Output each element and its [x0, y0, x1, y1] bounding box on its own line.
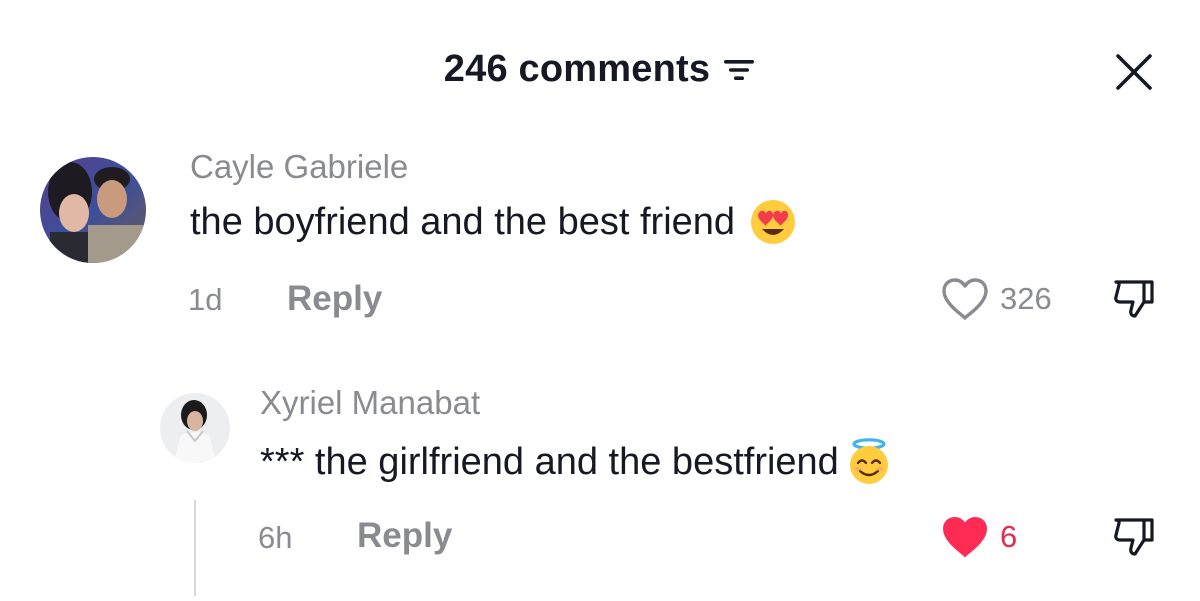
- comment-body: *** the girlfriend and the bestfriend: [260, 440, 839, 483]
- heart-filled-icon: [943, 517, 987, 557]
- reply-thread-line: [194, 500, 196, 596]
- comments-panel: 246 comments Cayle Gabriele the boyfrien…: [0, 0, 1200, 601]
- comment-username[interactable]: Xyriel Manabat: [260, 384, 480, 422]
- comment-username[interactable]: Cayle Gabriele: [190, 148, 408, 186]
- dislike-icon[interactable]: [1110, 512, 1158, 560]
- reply-button[interactable]: Reply: [357, 516, 452, 556]
- heart-outline-icon: [942, 278, 988, 320]
- dislike-icon[interactable]: [1110, 274, 1158, 322]
- comment-body: the boyfriend and the best friend: [190, 200, 736, 243]
- avatar[interactable]: [40, 157, 146, 263]
- comments-count-title: 246 comments: [443, 48, 711, 90]
- comment-text: *** the girlfriend and the bestfriend: [260, 438, 893, 486]
- comment-text: the boyfriend and the best friend: [190, 198, 797, 246]
- close-icon[interactable]: [1114, 52, 1154, 92]
- filter-icon[interactable]: [722, 55, 756, 85]
- like-button[interactable]: 326: [940, 276, 1052, 322]
- like-count: 326: [1000, 281, 1052, 316]
- comment-time: 6h: [258, 520, 293, 555]
- angel-emoji-icon: [849, 438, 888, 484]
- comment-time: 1d: [188, 282, 223, 317]
- like-count: 6: [1000, 519, 1018, 554]
- avatar[interactable]: [160, 393, 230, 463]
- comments-header: 246 comments: [0, 48, 1200, 91]
- heart-eyes-emoji-icon: [751, 200, 796, 244]
- like-button[interactable]: 6: [940, 514, 1017, 560]
- reply-button[interactable]: Reply: [287, 279, 382, 319]
